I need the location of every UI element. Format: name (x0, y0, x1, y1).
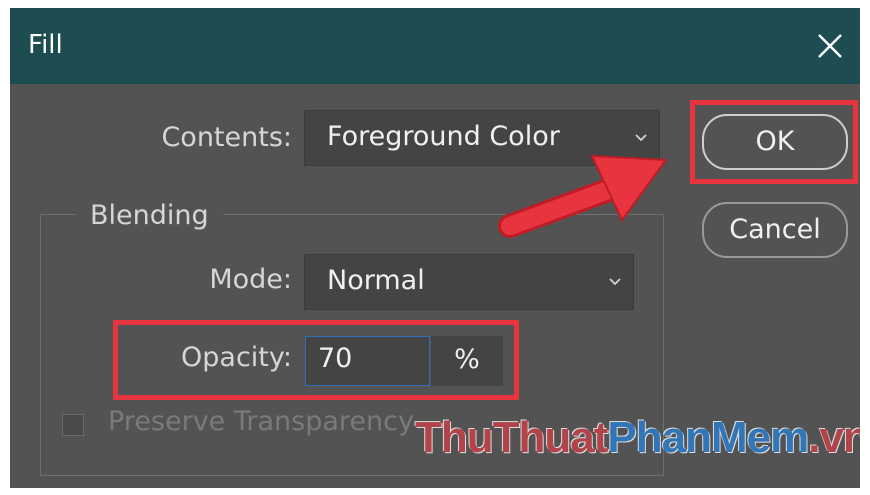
blending-group-title: Blending (76, 200, 223, 231)
preserve-transparency-checkbox[interactable] (62, 414, 84, 436)
close-icon (818, 34, 842, 58)
mode-value: Normal (327, 265, 425, 296)
watermark-part-3: .vn (808, 413, 860, 462)
watermark: ThuThuatPhanMem.vn (415, 413, 860, 463)
contents-label: Contents: (161, 122, 292, 153)
preserve-transparency-label: Preserve Transparency (108, 406, 414, 437)
fill-dialog: Fill Contents: Foreground Color Blending… (10, 8, 860, 488)
chevron-down-icon (609, 278, 621, 286)
cancel-button[interactable]: Cancel (702, 202, 848, 258)
watermark-part-2: PhanMem (607, 413, 809, 462)
mode-select[interactable]: Normal (304, 254, 634, 310)
watermark-part-1: ThuThuat (415, 413, 608, 462)
arrow-pointer-icon (498, 154, 668, 238)
opacity-highlight-box (113, 320, 519, 400)
close-button[interactable] (806, 22, 854, 70)
ok-highlight-box (690, 100, 858, 184)
mode-label: Mode: (209, 264, 292, 295)
title-bar: Fill (10, 8, 860, 84)
dialog-title: Fill (28, 30, 63, 60)
